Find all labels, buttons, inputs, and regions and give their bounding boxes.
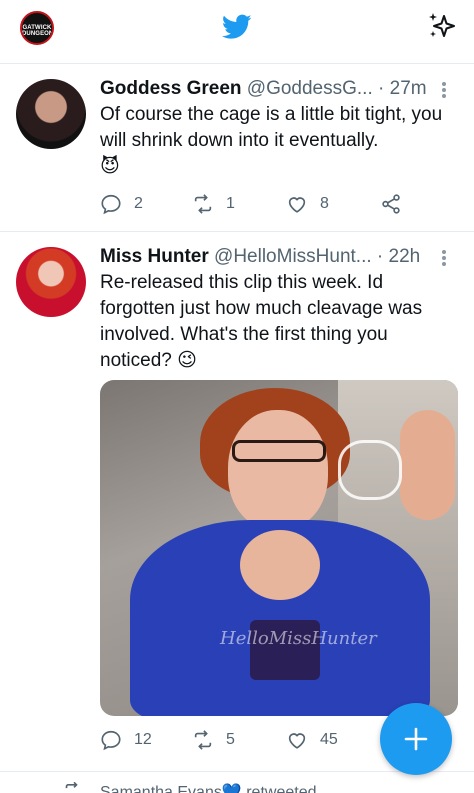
tweet-emoji: 😈 — [100, 156, 120, 177]
reply-icon — [101, 730, 121, 751]
retweet-icon — [194, 194, 212, 214]
like-button[interactable]: 8 — [286, 192, 329, 216]
tweet-actions: 12 5 45 — [100, 728, 420, 752]
tweet-text-content: Of course the cage is a little bit tight… — [100, 104, 443, 151]
tweet-text: Of course the cage is a little bit tight… — [100, 102, 460, 180]
logo-text-line2: DUNGEON — [22, 31, 54, 37]
reply-count: 12 — [134, 731, 152, 748]
like-button[interactable]: 45 — [286, 728, 338, 752]
next-tweet-context: Samantha Evans💙 retweeted — [0, 772, 474, 793]
profile-avatar[interactable]: GATWICK DUNGEON — [20, 11, 54, 45]
retweet-icon — [194, 730, 212, 750]
tweet-time: · 27m — [378, 78, 427, 99]
retweet-count: 5 — [226, 731, 235, 748]
tweet-emoji: 😉 — [177, 350, 197, 371]
tweet[interactable]: Goddess Green @GoddessG... · 27m Of cour… — [0, 64, 474, 232]
reply-button[interactable]: 12 — [100, 728, 152, 752]
top-bar: GATWICK DUNGEON — [0, 0, 474, 64]
tweet-media-image[interactable]: HelloMissHunter — [100, 380, 458, 716]
like-count: 45 — [320, 731, 338, 748]
reply-button[interactable]: 2 — [100, 192, 143, 216]
more-options-icon[interactable] — [442, 250, 446, 266]
tweet-actions: 2 1 8 — [100, 192, 420, 216]
heart-icon — [288, 733, 306, 749]
tweet-time: · 22h — [376, 246, 421, 267]
twitter-bird-icon[interactable] — [222, 14, 252, 40]
share-button[interactable] — [380, 192, 414, 216]
retweet-context-text: Samantha Evans💙 retweeted — [100, 784, 317, 793]
tweet-header: Miss Hunter @HelloMissHunt... · 22h — [100, 244, 440, 270]
media-watermark: HelloMissHunter — [220, 628, 377, 649]
retweet-button[interactable]: 1 — [192, 192, 235, 216]
retweet-count: 1 — [226, 195, 235, 212]
compose-tweet-button[interactable] — [380, 703, 452, 775]
plus-icon — [404, 727, 428, 751]
tweet-text: Re-released this clip this week. Id forg… — [100, 270, 460, 374]
share-icon — [382, 194, 400, 214]
reply-icon — [101, 194, 121, 215]
author-name[interactable]: Miss Hunter — [100, 246, 209, 267]
tweet[interactable]: Miss Hunter @HelloMissHunt... · 22h Re-r… — [0, 232, 474, 772]
retweet-button[interactable]: 5 — [192, 728, 235, 752]
author-name[interactable]: Goddess Green — [100, 78, 242, 99]
like-count: 8 — [320, 195, 329, 212]
author-handle: @HelloMissHunt... — [214, 246, 372, 267]
author-avatar[interactable] — [16, 247, 86, 317]
author-avatar[interactable] — [16, 79, 86, 149]
reply-count: 2 — [134, 195, 143, 212]
sparkle-icon[interactable] — [426, 10, 458, 42]
heart-icon — [288, 197, 306, 213]
author-handle: @GoddessG... — [246, 78, 373, 99]
retweet-icon — [65, 782, 78, 789]
tweet-text-content: Re-released this clip this week. Id forg… — [100, 272, 423, 371]
tweet-header: Goddess Green @GoddessG... · 27m — [100, 76, 440, 102]
more-options-icon[interactable] — [442, 82, 446, 98]
